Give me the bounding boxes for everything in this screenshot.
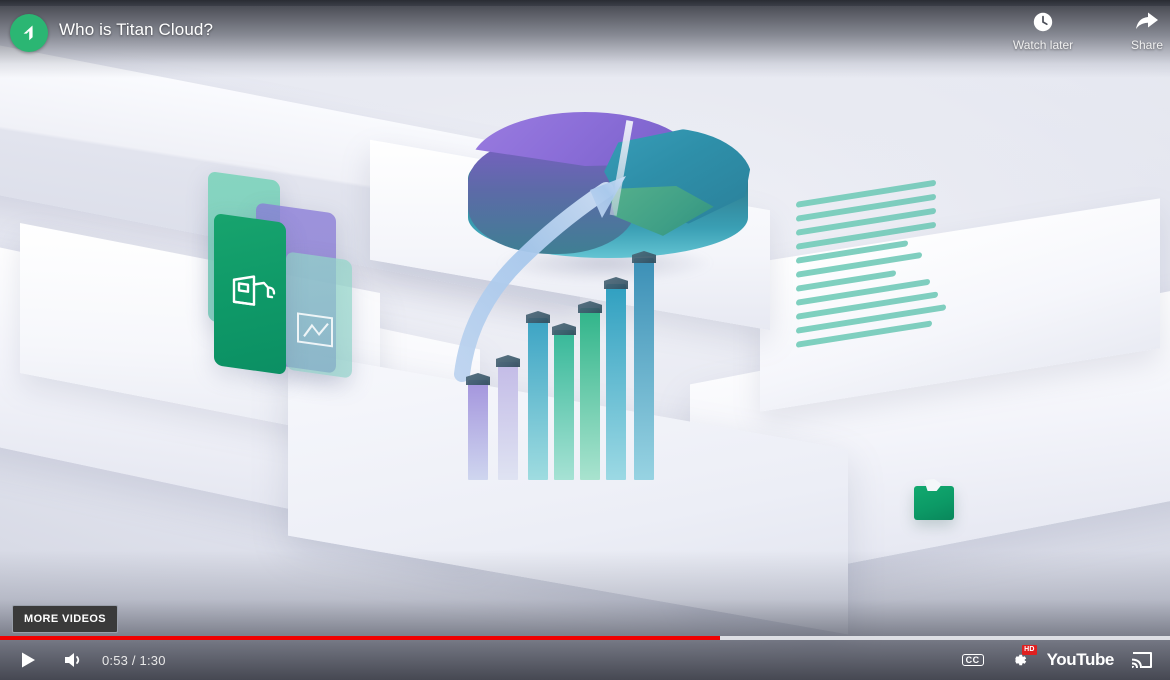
- fuel-pump-card: [214, 212, 286, 376]
- watch-later-button[interactable]: Watch later: [1004, 10, 1082, 52]
- top-bar: Who is Titan Cloud? Watch later Share: [0, 0, 1170, 70]
- watch-later-label: Watch later: [1012, 38, 1074, 52]
- captions-button[interactable]: CC: [953, 640, 993, 680]
- hd-badge: HD: [1022, 645, 1037, 655]
- bar-4: [554, 330, 574, 480]
- bar-5: [580, 308, 600, 480]
- play-icon: [22, 652, 35, 668]
- cast-icon: [1131, 652, 1152, 669]
- bar-2: [498, 362, 518, 480]
- channel-avatar[interactable]: [10, 14, 48, 52]
- youtube-logo-button[interactable]: YouTube: [1039, 640, 1122, 680]
- settings-button[interactable]: HD: [999, 640, 1039, 680]
- analytics-card-icon: [297, 312, 333, 348]
- bar-7: [634, 258, 654, 480]
- bar-1: [468, 380, 488, 480]
- volume-button[interactable]: [54, 640, 94, 680]
- cc-icon: CC: [961, 654, 984, 666]
- pie-chart: [468, 112, 752, 272]
- top-actions: Watch later Share: [1004, 10, 1170, 52]
- bar-3: [528, 318, 548, 480]
- more-videos-button[interactable]: MORE VIDEOS: [12, 605, 119, 633]
- lined-document: [796, 176, 946, 350]
- share-arrow-icon: [1135, 10, 1159, 34]
- bar-6: [606, 284, 626, 480]
- youtube-wordmark: YouTube: [1046, 650, 1115, 669]
- fuel-pump-icon: [232, 275, 276, 306]
- player-controls: 0:53 / 1:30 CC HD YouTube: [0, 640, 1170, 680]
- titan-cloud-logo-icon: [23, 25, 33, 41]
- video-title: Who is Titan Cloud?: [59, 20, 214, 39]
- play-button[interactable]: [8, 640, 48, 680]
- green-box: [914, 486, 954, 520]
- clock-icon: [1032, 10, 1054, 34]
- bar-chart: [462, 250, 662, 480]
- youtube-player: Who is Titan Cloud? Watch later Share MO…: [0, 0, 1170, 680]
- share-label: Share: [1130, 38, 1164, 52]
- share-button[interactable]: Share: [1108, 10, 1170, 52]
- time-display: 0:53 / 1:30: [102, 652, 166, 668]
- cast-button[interactable]: [1122, 640, 1162, 680]
- volume-icon: [65, 653, 80, 667]
